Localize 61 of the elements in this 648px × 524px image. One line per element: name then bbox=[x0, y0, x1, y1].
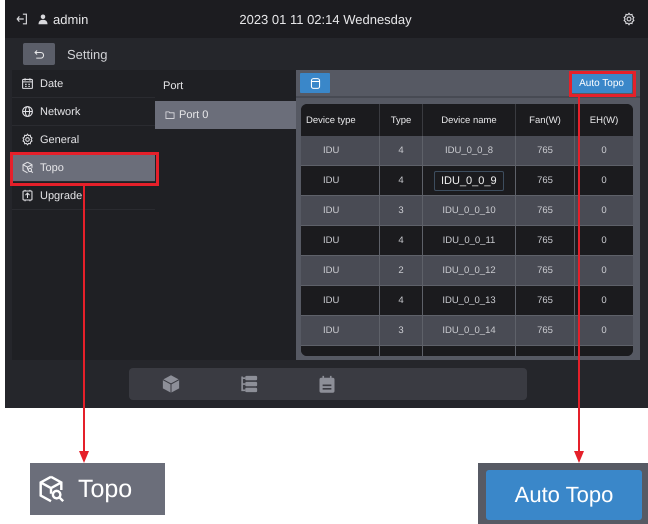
save-icon bbox=[308, 76, 322, 90]
column-header: Type bbox=[380, 104, 422, 136]
table-cell: 0 bbox=[574, 256, 633, 286]
column-heading: Port bbox=[162, 78, 184, 94]
table-cell: 765 bbox=[516, 256, 574, 286]
folder-icon bbox=[165, 110, 175, 120]
table-cell: 3 bbox=[380, 316, 422, 346]
table-cell: 765 bbox=[516, 226, 574, 256]
column-header: Device name bbox=[422, 104, 516, 136]
table-cell: IDU bbox=[301, 166, 380, 196]
table-cell: IDU bbox=[301, 286, 380, 316]
table-cell: 4 bbox=[380, 226, 422, 256]
cube-icon[interactable] bbox=[161, 374, 181, 394]
settings-icon[interactable] bbox=[622, 12, 636, 26]
table-cell: IDU_0_0_14 bbox=[422, 316, 516, 346]
auto-topo-button-enlarged: Auto Topo bbox=[486, 470, 642, 520]
user-icon bbox=[37, 13, 49, 25]
table-cell: 2 bbox=[380, 256, 422, 286]
calendar-icon bbox=[21, 77, 34, 90]
table-cell: 0 bbox=[574, 316, 633, 346]
table-cell: IDU_0_0_13 bbox=[422, 286, 516, 316]
gear-icon bbox=[21, 133, 34, 146]
date-time: 2023 01 11 02:14 Wednesday bbox=[238, 12, 413, 26]
back-arrow-icon bbox=[32, 48, 46, 60]
table-cell: 765 bbox=[516, 196, 574, 226]
menu-item[interactable]: Topo bbox=[12, 154, 155, 182]
back-button[interactable] bbox=[23, 43, 55, 65]
table-cell: IDU bbox=[301, 196, 380, 226]
cube-search-icon bbox=[21, 161, 34, 174]
table-cell: IDU_0_0_10 bbox=[422, 196, 516, 226]
port-item[interactable]: Port 0 bbox=[155, 101, 296, 129]
table-cell: 4 bbox=[380, 136, 422, 166]
globe-icon bbox=[21, 105, 34, 118]
table-cell: IDU bbox=[301, 256, 380, 286]
save-button[interactable] bbox=[300, 73, 330, 93]
calendar-icon[interactable] bbox=[317, 374, 337, 394]
table-cell: 0 bbox=[574, 196, 633, 226]
table-cell: 4 bbox=[380, 286, 422, 316]
table-cell: IDU bbox=[301, 136, 380, 166]
column-header: Fan(W) bbox=[516, 104, 574, 136]
logout-icon[interactable] bbox=[15, 12, 29, 26]
table-cell: 765 bbox=[516, 286, 574, 316]
user-name: admin bbox=[53, 12, 88, 26]
table-cell: 3 bbox=[380, 196, 422, 226]
table-cell: 765 bbox=[516, 136, 574, 166]
callout-label: Topo bbox=[78, 474, 132, 504]
table-cell: 4 bbox=[380, 166, 422, 196]
upload-chip-icon bbox=[21, 189, 34, 202]
table-cell: 765 bbox=[516, 166, 574, 196]
table-cell: IDU_0_0_8 bbox=[422, 136, 516, 166]
auto-topo-button[interactable]: Auto Topo bbox=[571, 73, 632, 93]
table-cell: IDU_0_0_11 bbox=[422, 226, 516, 256]
table-cell: 0 bbox=[574, 136, 633, 166]
stacked-list-icon[interactable] bbox=[239, 374, 259, 394]
table-cell: IDU_0_0_12 bbox=[422, 256, 516, 286]
table-cell: 765 bbox=[516, 316, 574, 346]
page-title: Setting bbox=[67, 46, 108, 62]
table-cell: IDU bbox=[301, 226, 380, 256]
column-header: Device type bbox=[301, 104, 380, 136]
table-cell: IDU bbox=[301, 316, 380, 346]
name-input-field[interactable]: IDU_0_0_9 bbox=[434, 170, 504, 190]
